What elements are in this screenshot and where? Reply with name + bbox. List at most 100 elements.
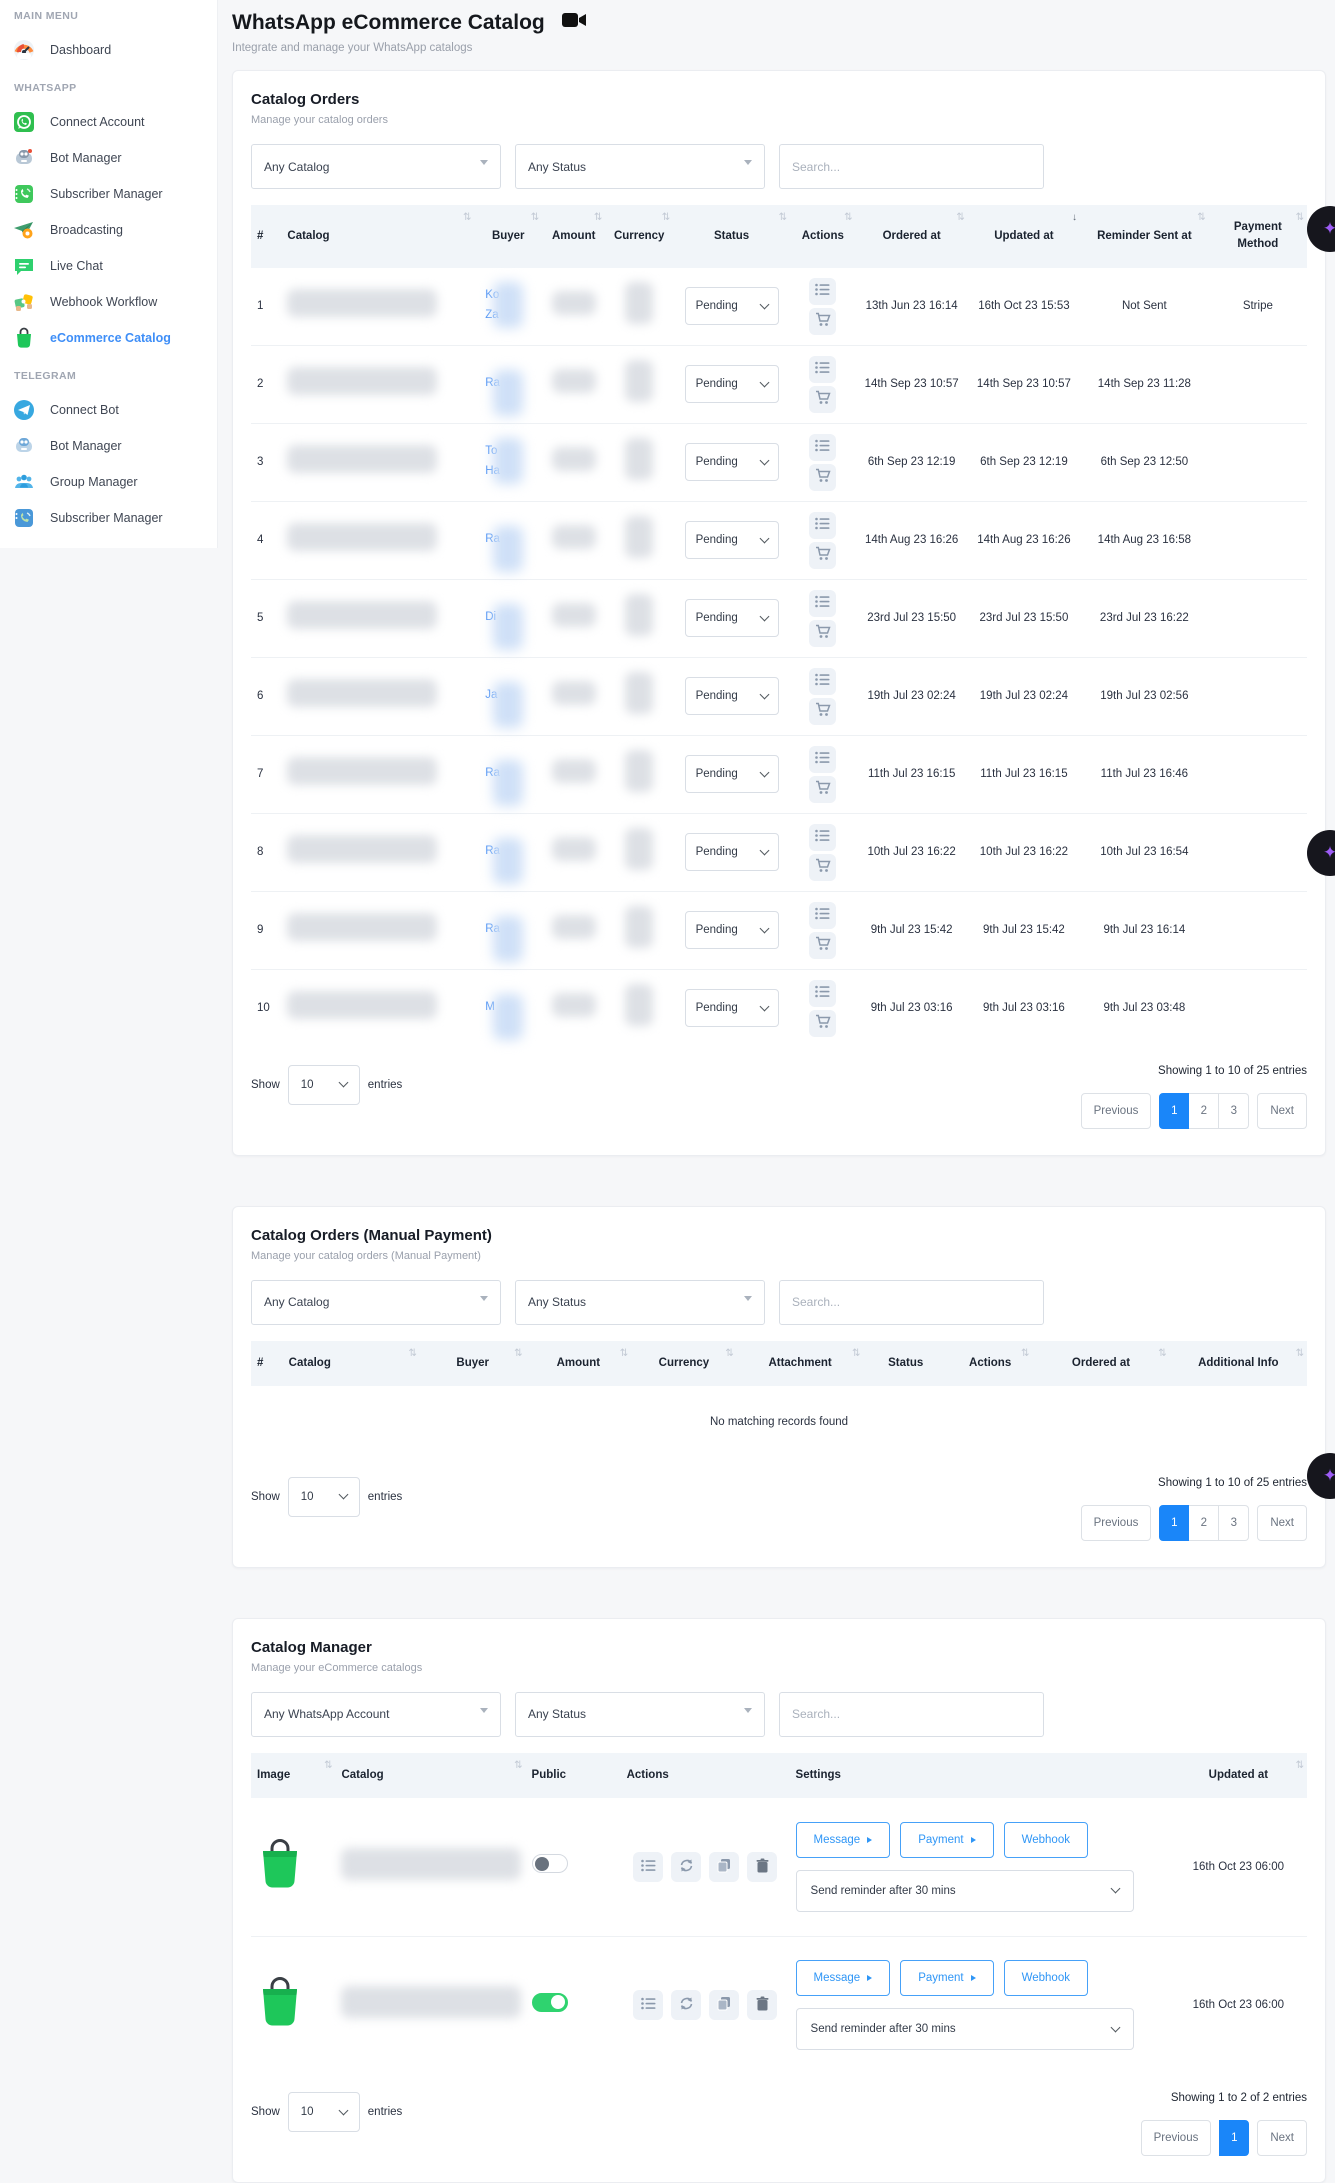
video-camera-icon[interactable] [561,10,587,35]
pagination-page-1[interactable]: 1 [1219,2120,1249,2156]
delete-button[interactable] [747,1990,777,2020]
column-header[interactable]: Actions⇅ [948,1341,1032,1386]
pagination-next[interactable]: Next [1257,1093,1307,1129]
order-details-button[interactable] [809,980,836,1007]
status-filter-select[interactable]: Any Status [515,1692,765,1737]
pagination-previous[interactable]: Previous [1081,1093,1152,1129]
order-details-button[interactable] [809,668,836,695]
column-header[interactable]: Ordered at⇅ [856,205,968,268]
status-filter-select[interactable]: Any Status [515,1280,765,1325]
pagination-page-3[interactable]: 3 [1219,1505,1249,1541]
page-size-select[interactable]: 10 [288,1477,360,1517]
order-status-select[interactable]: Pending [685,599,779,637]
reminder-select[interactable]: Send reminder after 30 mins [796,2008,1134,2050]
sidebar-item-connect-bot[interactable]: Connect Bot [12,392,207,428]
sidebar-item-bot-manager-tg[interactable]: Bot Manager [12,428,207,464]
copy-button[interactable] [709,1852,739,1882]
order-status-select[interactable]: Pending [685,443,779,481]
column-header[interactable]: Additional Info⇅ [1170,1341,1307,1386]
pagination-page-2[interactable]: 2 [1189,1093,1219,1129]
order-details-button[interactable] [809,590,836,617]
order-status-select[interactable]: Pending [685,677,779,715]
column-header[interactable]: Buyer⇅ [420,1341,526,1386]
cart-button[interactable] [809,308,836,335]
message-settings-button[interactable]: Message [796,1960,891,1996]
column-header[interactable]: Public [526,1753,621,1798]
cart-button[interactable] [809,698,836,725]
sidebar-item-bot-manager-wa[interactable]: Bot Manager [12,140,207,176]
sidebar-item-webhook-workflow[interactable]: Webhook Workflow [12,284,207,320]
pagination-page-2[interactable]: 2 [1189,1505,1219,1541]
catalog-filter-select[interactable]: Any Catalog [251,1280,501,1325]
pagination-page-3[interactable]: 3 [1219,1093,1249,1129]
pagination-page-1[interactable]: 1 [1159,1505,1189,1541]
column-header[interactable]: Ordered at⇅ [1032,1341,1169,1386]
column-header[interactable]: Catalog⇅ [335,1753,525,1798]
column-header[interactable]: Amount⇅ [542,205,605,268]
cart-button[interactable] [809,776,836,803]
cart-button[interactable] [809,854,836,881]
cart-button[interactable] [809,542,836,569]
column-header[interactable]: Currency⇅ [605,205,673,268]
webhook-settings-button[interactable]: Webhook [1004,1960,1088,1996]
cart-button[interactable] [809,386,836,413]
search-input[interactable] [779,1692,1044,1737]
reminder-select[interactable]: Send reminder after 30 mins [796,1870,1134,1912]
public-toggle[interactable] [532,1993,568,2012]
sidebar-item-live-chat[interactable]: Live Chat [12,248,207,284]
search-input[interactable] [779,144,1044,189]
pagination-page-1[interactable]: 1 [1159,1093,1189,1129]
column-header[interactable]: Catalog⇅ [281,205,474,268]
public-toggle[interactable] [532,1854,568,1873]
sidebar-item-group-manager[interactable]: Group Manager [12,464,207,500]
cart-button[interactable] [809,464,836,491]
order-status-select[interactable]: Pending [685,287,779,325]
payment-settings-button[interactable]: Payment [900,1822,993,1858]
pagination-previous[interactable]: Previous [1141,2120,1212,2156]
catalog-items-button[interactable] [633,1852,663,1882]
order-details-button[interactable] [809,824,836,851]
sidebar-item-subscriber-manager-wa[interactable]: Subscriber Manager [12,176,207,212]
pagination-previous[interactable]: Previous [1081,1505,1152,1541]
column-header[interactable]: Payment Method⇅ [1209,205,1307,268]
column-header[interactable]: Currency⇅ [631,1341,737,1386]
column-header[interactable]: Settings [790,1753,1170,1798]
column-header[interactable]: Attachment⇅ [737,1341,864,1386]
page-size-select[interactable]: 10 [288,1065,360,1105]
payment-settings-button[interactable]: Payment [900,1960,993,1996]
whatsapp-account-filter-select[interactable]: Any WhatsApp Account [251,1692,501,1737]
order-details-button[interactable] [809,278,836,305]
column-header[interactable]: Updated at⇅ [1170,1753,1307,1798]
status-filter-select[interactable]: Any Status [515,144,765,189]
order-details-button[interactable] [809,356,836,383]
column-header[interactable]: Actions⇅ [790,205,855,268]
order-status-select[interactable]: Pending [685,833,779,871]
catalog-items-button[interactable] [633,1990,663,2020]
column-header[interactable]: Image⇅ [251,1753,335,1798]
pagination-next[interactable]: Next [1257,2120,1307,2156]
order-details-button[interactable] [809,512,836,539]
sidebar-item-broadcasting[interactable]: Broadcasting [12,212,207,248]
column-header[interactable]: Reminder Sent at⇅ [1080,205,1209,268]
order-status-select[interactable]: Pending [685,755,779,793]
refresh-button[interactable] [671,1990,701,2020]
column-header[interactable]: Status [863,1341,947,1386]
order-status-select[interactable]: Pending [685,521,779,559]
order-details-button[interactable] [809,434,836,461]
message-settings-button[interactable]: Message [796,1822,891,1858]
order-status-select[interactable]: Pending [685,365,779,403]
sidebar-item-dashboard[interactable]: Dashboard [12,32,207,68]
column-header[interactable]: Catalog⇅ [283,1341,420,1386]
delete-button[interactable] [747,1852,777,1882]
catalog-filter-select[interactable]: Any Catalog [251,144,501,189]
webhook-settings-button[interactable]: Webhook [1004,1822,1088,1858]
column-header[interactable]: Buyer⇅ [474,205,542,268]
column-header[interactable]: Status⇅ [673,205,790,268]
pagination-next[interactable]: Next [1257,1505,1307,1541]
order-status-select[interactable]: Pending [685,989,779,1027]
column-header[interactable]: Amount⇅ [526,1341,632,1386]
cart-button[interactable] [809,932,836,959]
column-header[interactable]: Actions [621,1753,790,1798]
cart-button[interactable] [809,620,836,647]
sidebar-item-subscriber-manager-tg[interactable]: Subscriber Manager [12,500,207,536]
